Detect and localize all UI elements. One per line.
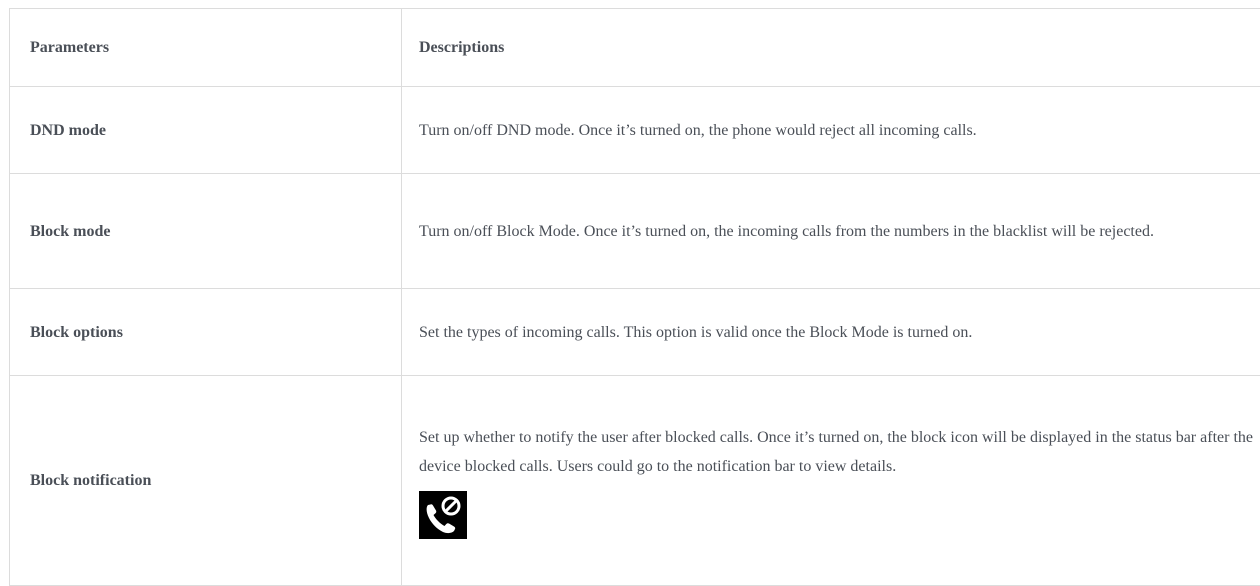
header-descriptions: Descriptions (402, 9, 1260, 87)
param-description: Turn on/off Block Mode. Once it’s turned… (402, 174, 1260, 289)
table-row: Block notification Set up whether to not… (10, 376, 1260, 586)
table-row: Block mode Turn on/off Block Mode. Once … (10, 174, 1260, 289)
header-parameters: Parameters (10, 9, 402, 87)
blocked-call-icon (419, 491, 467, 539)
param-description: Set the types of incoming calls. This op… (402, 289, 1260, 376)
param-name: Block options (10, 289, 402, 376)
table-row: DND mode Turn on/off DND mode. Once it’s… (10, 87, 1260, 174)
param-description: Set up whether to notify the user after … (402, 376, 1260, 586)
param-description-text: Set up whether to notify the user after … (419, 423, 1253, 481)
param-name: DND mode (10, 87, 402, 174)
param-name: Block notification (10, 376, 402, 586)
parameters-table: Parameters Descriptions DND mode Turn on… (9, 8, 1260, 586)
param-name: Block mode (10, 174, 402, 289)
table-header-row: Parameters Descriptions (10, 9, 1260, 87)
param-description: Turn on/off DND mode. Once it’s turned o… (402, 87, 1260, 174)
table-row: Block options Set the types of incoming … (10, 289, 1260, 376)
